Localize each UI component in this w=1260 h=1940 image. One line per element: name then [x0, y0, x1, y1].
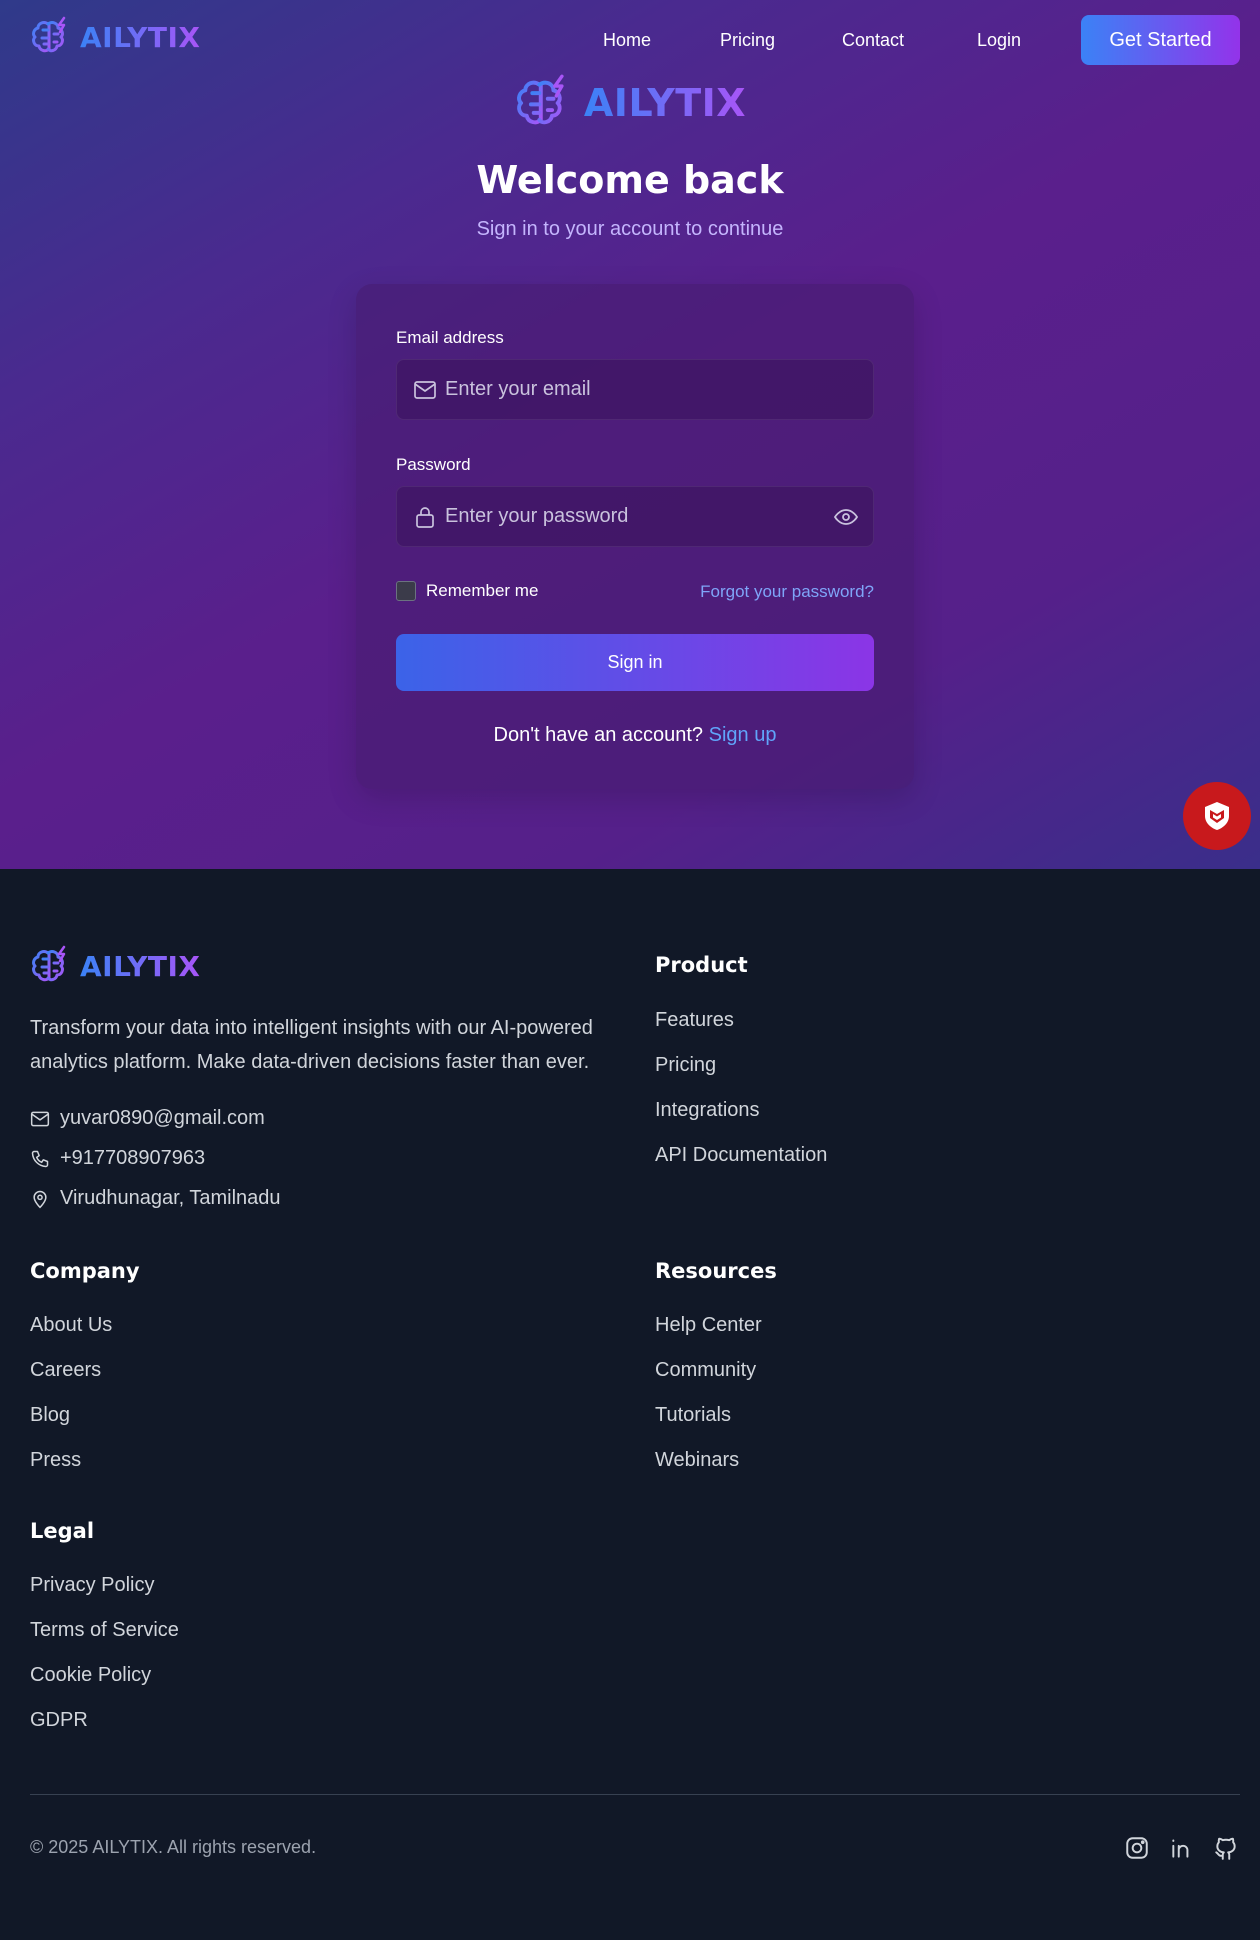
contact-location: Virudhunagar, Tamilnadu: [30, 1187, 281, 1210]
nav-link-contact[interactable]: Contact: [842, 30, 904, 51]
map-pin-icon: [33, 1190, 47, 1208]
mail-icon: [414, 381, 436, 399]
remember-checkbox[interactable]: [396, 581, 416, 601]
footer-link-help-center[interactable]: Help Center: [655, 1314, 762, 1337]
nav-link-pricing[interactable]: Pricing: [720, 30, 775, 51]
eye-icon[interactable]: [833, 505, 859, 529]
footer-description: Transform your data into intelligent ins…: [30, 1017, 593, 1073]
footer-divider: [30, 1794, 1240, 1795]
linkedin-icon[interactable]: [1169, 1835, 1195, 1861]
shield-icon: [1205, 802, 1229, 830]
footer-link-api-docs[interactable]: API Documentation: [655, 1144, 827, 1167]
footer-link-pricing[interactable]: Pricing: [655, 1054, 716, 1077]
nav-link-home[interactable]: Home: [603, 30, 651, 51]
password-label: Password: [396, 455, 471, 474]
footer-link-gdpr[interactable]: GDPR: [30, 1709, 88, 1732]
email-label: Email address: [396, 328, 504, 347]
footer-link-privacy[interactable]: Privacy Policy: [30, 1574, 154, 1597]
footer-heading-product: Product: [655, 953, 748, 977]
footer-brand-name: AILYTIX: [80, 949, 201, 983]
footer-link-integrations[interactable]: Integrations: [655, 1099, 760, 1122]
hero-section: AILYTIX Home Pricing Contact Login Get S…: [0, 0, 1260, 869]
footer-link-tutorials[interactable]: Tutorials: [655, 1404, 731, 1427]
contact-phone-text: +917708907963: [60, 1147, 206, 1169]
sign-up-link[interactable]: Sign up: [709, 724, 777, 746]
footer-logo[interactable]: AILYTIX: [30, 945, 200, 987]
nav-link-login[interactable]: Login: [977, 30, 1021, 51]
footer-heading-resources: Resources: [655, 1259, 777, 1283]
footer: AILYTIX Transform your data into intelli…: [0, 869, 1260, 1940]
footer-link-features[interactable]: Features: [655, 1009, 734, 1032]
footer-link-about[interactable]: About Us: [30, 1314, 112, 1337]
footer-link-careers[interactable]: Careers: [30, 1359, 101, 1382]
instagram-icon[interactable]: [1124, 1835, 1150, 1861]
forgot-password-link[interactable]: Forgot your password?: [700, 582, 874, 602]
contact-email-text: yuvar0890@gmail.com: [60, 1107, 265, 1129]
email-field-wrapper: [396, 359, 874, 420]
center-logo: AILYTIX: [0, 72, 1260, 134]
page-subtitle: Sign in to your account to continue: [476, 218, 784, 240]
footer-link-press[interactable]: Press: [30, 1449, 81, 1472]
footer-heading-company: Company: [30, 1259, 140, 1283]
password-field-wrapper: [396, 486, 874, 547]
phone-icon: [31, 1150, 49, 1167]
nav-logo[interactable]: AILYTIX: [30, 16, 200, 58]
sign-in-button[interactable]: Sign in: [396, 634, 874, 691]
top-nav: AILYTIX Home Pricing Contact Login Get S…: [0, 0, 1260, 82]
login-card: Email address Password Remember me Fo: [356, 284, 914, 789]
footer-link-community[interactable]: Community: [655, 1359, 756, 1382]
email-input[interactable]: [445, 360, 825, 419]
password-input[interactable]: [445, 487, 825, 546]
footer-link-terms[interactable]: Terms of Service: [30, 1619, 179, 1642]
no-account-text: Don't have an account?: [493, 724, 704, 746]
contact-phone[interactable]: +917708907963: [30, 1147, 205, 1170]
page-title: Welcome back: [476, 158, 784, 202]
footer-link-cookie[interactable]: Cookie Policy: [30, 1664, 151, 1687]
contact-location-text: Virudhunagar, Tamilnadu: [60, 1187, 281, 1209]
brand-name-large: AILYTIX: [583, 81, 747, 125]
remember-me: Remember me: [396, 581, 538, 601]
mail-icon: [30, 1111, 50, 1126]
footer-heading-legal: Legal: [30, 1519, 95, 1543]
brain-bolt-icon: [32, 945, 66, 982]
contact-email[interactable]: yuvar0890@gmail.com: [30, 1107, 265, 1130]
remember-label: Remember me: [426, 581, 539, 600]
security-badge[interactable]: [1183, 782, 1251, 850]
get-started-button[interactable]: Get Started: [1081, 15, 1240, 65]
brain-bolt-icon: [32, 16, 66, 53]
signup-prompt: Don't have an account? Sign up: [356, 724, 914, 747]
github-icon[interactable]: [1213, 1835, 1239, 1861]
lock-icon: [416, 507, 434, 528]
footer-link-blog[interactable]: Blog: [30, 1404, 70, 1427]
brain-bolt-icon: [516, 74, 564, 125]
brand-name: AILYTIX: [80, 20, 201, 54]
copyright: © 2025 AILYTIX. All rights reserved.: [30, 1837, 317, 1857]
footer-link-webinars[interactable]: Webinars: [655, 1449, 739, 1472]
